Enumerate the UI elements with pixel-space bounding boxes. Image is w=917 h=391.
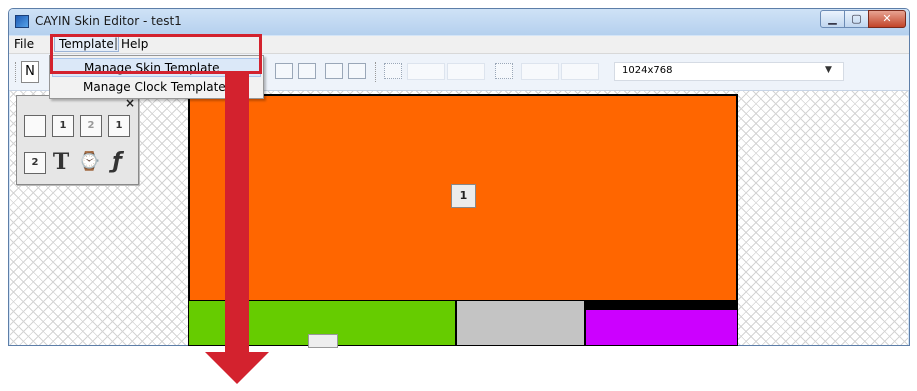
minimize-button[interactable]: ▁ <box>820 10 845 28</box>
zone-black[interactable] <box>585 300 738 309</box>
annotation-arrow-shaft <box>225 74 249 356</box>
size-field[interactable] <box>447 63 485 80</box>
position-field[interactable] <box>407 63 445 80</box>
window-title: CAYIN Skin Editor - test1 <box>35 14 182 28</box>
clock-icon[interactable]: ⌚ <box>78 151 100 173</box>
tool-palette: × 1 2 1 2 T ⌚ ƒ <box>16 95 139 185</box>
height-field[interactable] <box>561 63 599 80</box>
menu-item-label: Manage Clock Template <box>83 80 226 94</box>
zone-purple[interactable] <box>585 309 738 346</box>
zone-type-icon <box>308 334 338 348</box>
video-2-icon[interactable]: 2 <box>80 115 102 137</box>
video-3-icon[interactable]: 1 <box>108 115 130 137</box>
annotation-arrow-down-icon <box>205 352 269 384</box>
resolution-select[interactable]: 1024x768 ▼ <box>614 62 844 81</box>
select-region-icon[interactable] <box>384 63 402 79</box>
text-icon[interactable]: T <box>50 151 72 173</box>
chevron-down-icon[interactable]: ▼ <box>825 65 832 75</box>
video-4-icon[interactable]: 2 <box>24 152 46 174</box>
video-1-icon[interactable]: 1 <box>52 115 74 137</box>
new-file-button[interactable]: N <box>21 61 39 83</box>
close-button[interactable]: ✕ <box>868 10 906 28</box>
width-field[interactable] <box>521 63 559 80</box>
layout-split-bottom-icon[interactable] <box>298 63 316 79</box>
resolution-value: 1024x768 <box>622 65 673 76</box>
app-logo-icon <box>15 15 29 28</box>
toolbar-separator <box>375 62 378 82</box>
flash-icon[interactable]: ƒ <box>106 151 128 173</box>
image-icon[interactable] <box>24 115 46 137</box>
maximize-button[interactable]: ▢ <box>844 10 869 28</box>
layout-split-right-icon[interactable] <box>348 63 366 79</box>
title-bar[interactable]: CAYIN Skin Editor - test1 ▁ ▢ ✕ <box>9 9 909 35</box>
toolbar-grip[interactable] <box>15 62 18 82</box>
rotate-icon[interactable] <box>495 63 513 79</box>
zone-gray[interactable] <box>456 300 585 346</box>
layout-split-left-icon[interactable] <box>325 63 343 79</box>
annotation-highlight-box <box>50 34 262 74</box>
video-1-icon: 1 <box>451 184 476 208</box>
layout-split-vertical-icon[interactable] <box>275 63 293 79</box>
menu-file[interactable]: File <box>14 37 34 51</box>
